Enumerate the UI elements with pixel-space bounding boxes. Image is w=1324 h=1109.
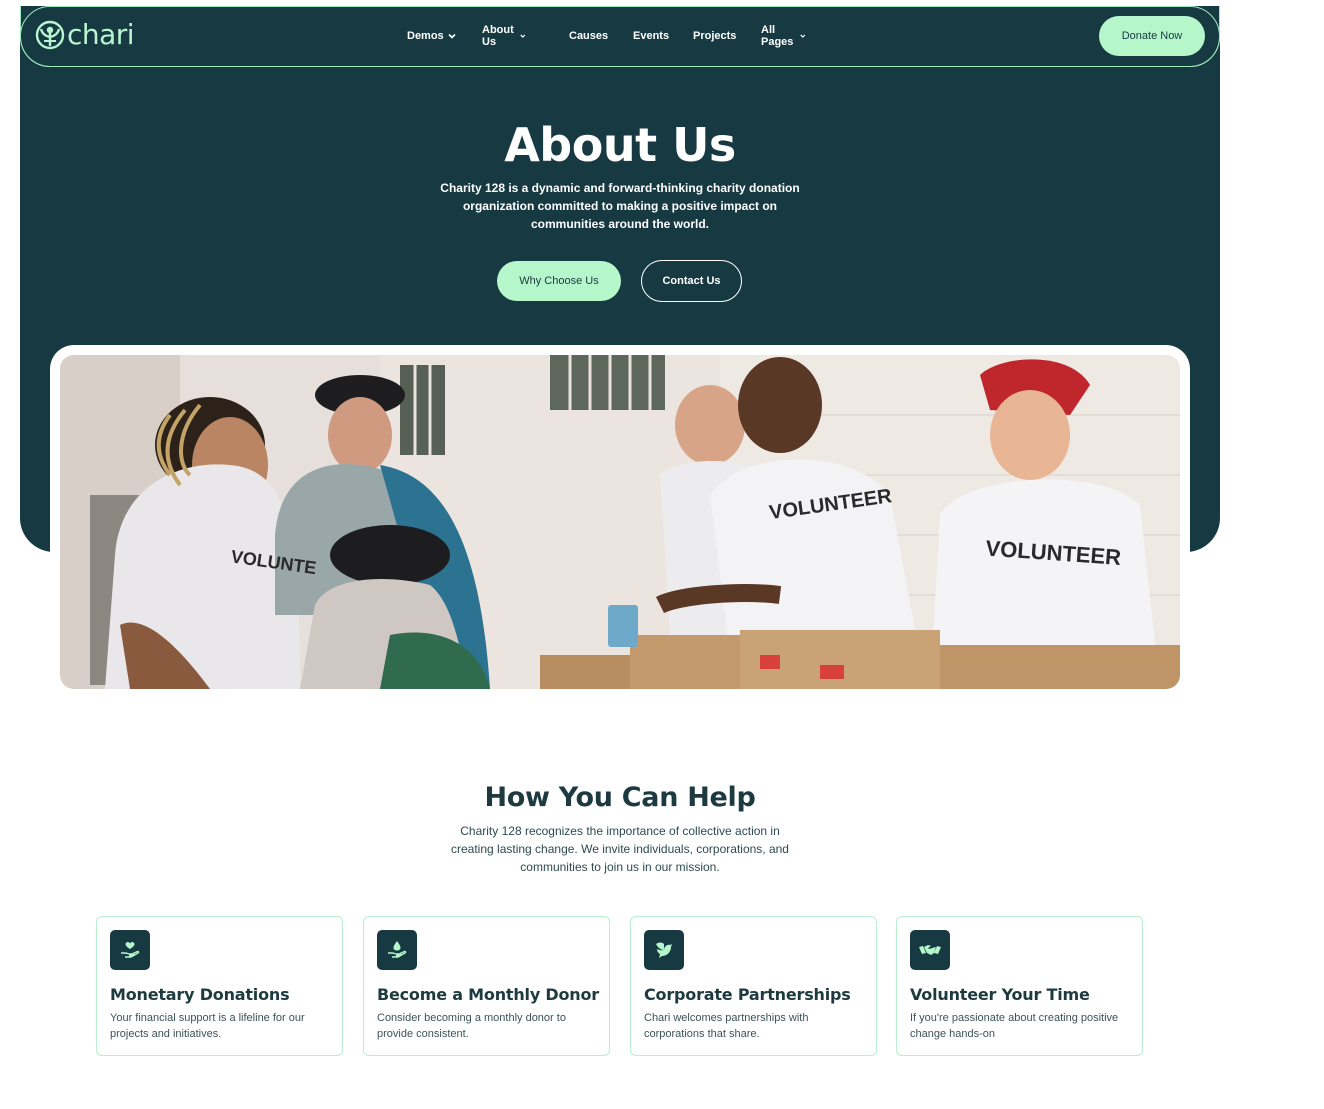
nav-item-label: All Pages xyxy=(761,23,794,48)
chevron-down-icon xyxy=(800,34,806,38)
navbar: chari Demos About Us Causes Events Proje… xyxy=(20,6,1220,67)
hero-description: Charity 128 is a dynamic and forward-thi… xyxy=(440,181,800,231)
why-choose-us-button[interactable]: Why Choose Us xyxy=(497,261,621,301)
help-card-monetary-donations[interactable]: Monetary Donations Your financial suppor… xyxy=(96,916,343,1056)
logo-icon xyxy=(35,20,65,50)
handshake-icon xyxy=(910,930,950,970)
nav-item-label: Demos xyxy=(407,29,444,42)
section-description: Charity 128 recognizes the importance of… xyxy=(451,824,789,874)
help-card-volunteer-time[interactable]: Volunteer Your Time If you're passionate… xyxy=(896,916,1143,1056)
nav-item-label: About Us xyxy=(482,23,514,48)
nav-item-label: Causes xyxy=(569,29,609,42)
card-text: Chari welcomes partnerships with corpora… xyxy=(644,1012,809,1040)
card-title: Volunteer Your Time xyxy=(910,985,1090,1004)
nav-item-about-us[interactable]: About Us xyxy=(482,24,526,48)
card-text: Your financial support is a lifeline for… xyxy=(110,1012,305,1040)
page-title: About Us xyxy=(504,118,736,172)
dove-icon xyxy=(644,930,684,970)
card-title: Become a Monthly Donor xyxy=(377,985,599,1004)
section-title: How You Can Help xyxy=(484,782,756,813)
nav-item-label: Events xyxy=(633,29,670,42)
card-text: Consider becoming a monthly donor to pro… xyxy=(377,1012,566,1040)
volunteers-illustration: VOLUNTEER VOLUNTEER VOLUNTE xyxy=(60,355,1180,689)
chevron-down-icon xyxy=(520,34,526,38)
logo-text: chari xyxy=(67,18,135,51)
donate-now-button[interactable]: Donate Now xyxy=(1099,16,1205,56)
nav-item-label: Projects xyxy=(693,29,737,42)
nav-item-causes[interactable]: Causes xyxy=(569,30,608,42)
contact-us-button[interactable]: Contact Us xyxy=(641,260,742,302)
nav-item-all-pages[interactable]: All Pages xyxy=(761,23,806,48)
card-title: Monetary Donations xyxy=(110,985,290,1004)
card-text: If you're passionate about creating posi… xyxy=(910,1012,1119,1040)
heart-hand-icon xyxy=(110,930,150,970)
nav-item-demos[interactable]: Demos xyxy=(407,30,456,42)
chevron-down-icon xyxy=(448,33,456,39)
help-card-corporate-partnerships[interactable]: Corporate Partnerships Chari welcomes pa… xyxy=(630,916,877,1056)
nav-item-events[interactable]: Events xyxy=(633,30,669,42)
drop-hand-icon xyxy=(377,930,417,970)
logo[interactable]: chari xyxy=(35,18,135,51)
card-title: Corporate Partnerships xyxy=(644,985,851,1004)
volunteers-photo: VOLUNTEER VOLUNTEER VOLUNTE xyxy=(60,355,1180,689)
help-card-monthly-donor[interactable]: Become a Monthly Donor Consider becoming… xyxy=(363,916,610,1056)
nav-item-projects[interactable]: Projects xyxy=(693,30,736,42)
